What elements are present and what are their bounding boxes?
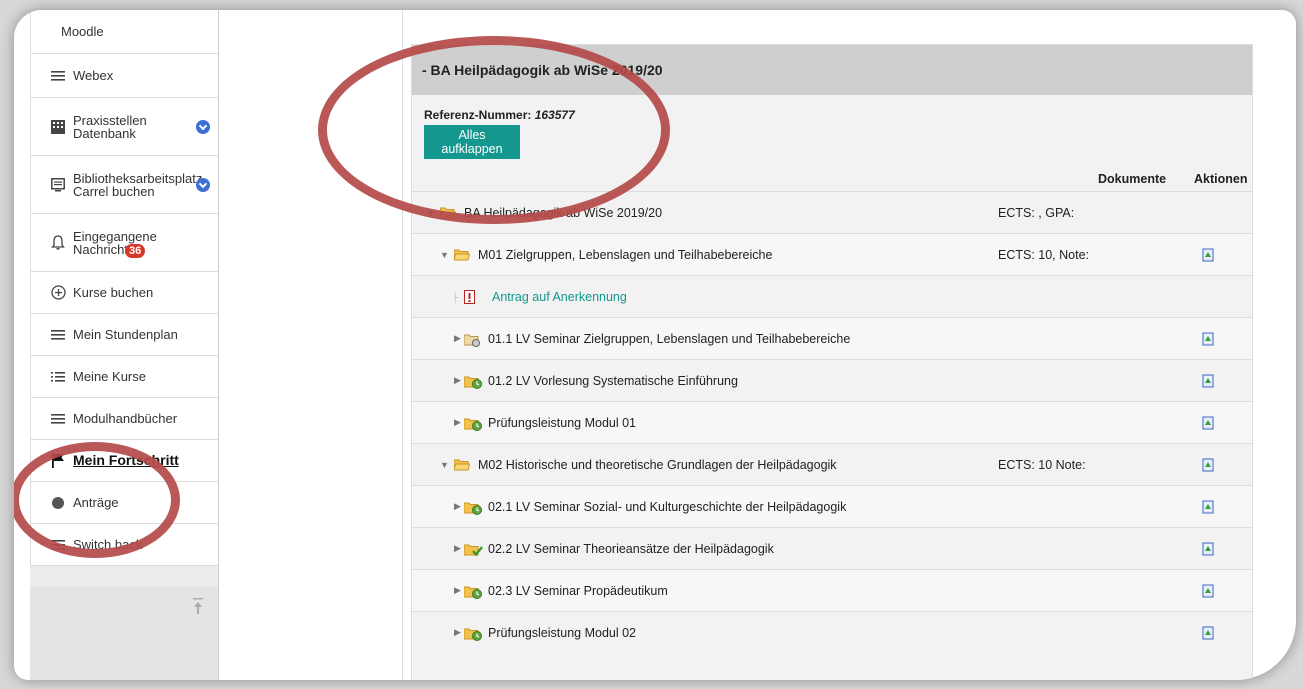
table-row: ▶ Prüfungsleistung Modul 02 <box>412 611 1252 653</box>
menu-icon <box>49 410 67 428</box>
expand-toggle-icon[interactable]: ▶ <box>454 417 461 428</box>
highlight-ellipse <box>318 36 670 224</box>
ects-info: ECTS: 10, Note: <box>998 247 1090 262</box>
sidebar-footer <box>30 586 218 680</box>
folder-open-icon <box>453 459 471 471</box>
sidebar-item-praxisstellen[interactable]: Praxisstellen Datenbank <box>31 98 218 156</box>
sidebar-item-label: Meine Kurse <box>73 369 146 384</box>
table-row: ▼ M01 Zielgruppen, Lebenslagen und Teilh… <box>412 233 1252 275</box>
table-row: ▶ 01.2 LV Vorlesung Systematische Einfüh… <box>412 359 1252 401</box>
sidebar-item-label: Praxisstellen Datenbank <box>73 112 147 141</box>
tree-item-label: 01.1 LV Seminar Zielgruppen, Lebenslagen… <box>488 331 851 346</box>
ects-info: ECTS: 10 Note: <box>998 457 1086 472</box>
folder-clock-icon <box>463 501 484 515</box>
sidebar-item-label: Webex <box>73 68 114 83</box>
column-header-documents: Dokumente <box>1098 172 1167 186</box>
folder-clock-icon <box>463 417 484 431</box>
sidebar-item-label: Mein Stundenplan <box>73 327 178 342</box>
plus-circle-icon <box>49 284 67 302</box>
expand-toggle-icon[interactable]: ▼ <box>440 250 449 260</box>
tree-item-label: 01.2 LV Vorlesung Systematische Einführu… <box>488 373 738 388</box>
table-row: ▶ 02.2 LV Seminar Theorieansätze der Hei… <box>412 527 1252 569</box>
action-icon[interactable] <box>1202 458 1215 472</box>
building-icon <box>49 118 67 136</box>
expand-toggle-icon[interactable]: ▼ <box>440 460 449 470</box>
chevron-down-icon[interactable] <box>196 177 210 192</box>
bell-icon <box>49 234 67 252</box>
list-icon <box>49 368 67 386</box>
highlight-ellipse <box>14 442 180 558</box>
sidebar-item-label: Modulhandbücher <box>73 411 178 426</box>
tree-item-label: 02.1 LV Seminar Sozial- und Kulturgeschi… <box>488 499 847 514</box>
expand-toggle-icon[interactable]: ▶ <box>454 333 461 344</box>
sidebar: Moodle Webex Praxisstellen Datenbank Bib… <box>30 10 219 680</box>
folder-clock-icon <box>463 585 484 599</box>
action-icon[interactable] <box>1202 584 1215 598</box>
column-header-actions: Aktionen <box>1194 172 1248 186</box>
tree-item-label: Prüfungsleistung Modul 02 <box>488 625 637 640</box>
sidebar-item-webex[interactable]: Webex <box>31 54 218 98</box>
tree-item-label: 02.2 LV Seminar Theorieansätze der Heilp… <box>488 541 774 556</box>
ects-info: ECTS: , GPA: <box>998 205 1075 220</box>
table-row: ▶ 01.1 LV Seminar Zielgruppen, Lebenslag… <box>412 317 1252 359</box>
table-row: ├ Antrag auf Anerkennung <box>412 275 1252 317</box>
sidebar-item-meine-kurse[interactable]: Meine Kurse <box>31 356 218 398</box>
table-row: ▶ 02.1 LV Seminar Sozial- und Kulturgesc… <box>412 485 1252 527</box>
tree-item-label: 02.3 LV Seminar Propädeutikum <box>488 583 668 598</box>
sidebar-item-label: Moodle <box>61 24 104 39</box>
sidebar-item-kurse-buchen[interactable]: Kurse buchen <box>31 272 218 314</box>
tree-line: ├ <box>452 291 459 302</box>
folder-clock-icon <box>463 627 484 641</box>
expand-toggle-icon[interactable]: ▶ <box>454 627 461 638</box>
tree-item-label: M01 Zielgruppen, Lebenslagen und Teilhab… <box>478 247 773 262</box>
action-icon[interactable] <box>1202 416 1215 430</box>
notification-badge: 36 <box>125 244 146 258</box>
action-icon[interactable] <box>1202 626 1215 640</box>
expand-toggle-icon[interactable]: ▶ <box>454 585 461 596</box>
chevron-down-icon[interactable] <box>196 119 210 134</box>
monitor-icon <box>49 176 67 194</box>
sidebar-item-label: Kurse buchen <box>73 285 154 300</box>
expand-toggle-icon[interactable]: ▶ <box>454 543 461 554</box>
folder-open-icon <box>453 249 471 261</box>
action-icon[interactable] <box>1202 332 1215 346</box>
antrag-link[interactable]: Antrag auf Anerkennung <box>492 290 627 304</box>
expand-toggle-icon[interactable]: ▶ <box>454 501 461 512</box>
menu-icon <box>49 67 67 85</box>
expand-toggle-icon[interactable]: ▶ <box>454 375 461 386</box>
action-icon[interactable] <box>1202 374 1215 388</box>
table-row: ▶ Prüfungsleistung Modul 01 <box>412 401 1252 443</box>
action-icon[interactable] <box>1202 248 1215 262</box>
table-row: ▶ 02.3 LV Seminar Propädeutikum <box>412 569 1252 611</box>
menu-icon <box>49 326 67 344</box>
scroll-top-icon[interactable] <box>192 598 204 616</box>
pdf-icon <box>464 289 476 304</box>
folder-check-icon <box>463 543 484 556</box>
sidebar-item-modulhandbuecher[interactable]: Modulhandbücher <box>31 398 218 440</box>
progress-tree: ▼ BA Heilpädagogik ab WiSe 2019/20 ECTS:… <box>412 191 1252 653</box>
sidebar-item-moodle[interactable]: Moodle <box>31 10 218 54</box>
sidebar-item-nachrichten[interactable]: Eingegangene Nachrichten 36 <box>31 214 218 272</box>
sidebar-item-stundenplan[interactable]: Mein Stundenplan <box>31 314 218 356</box>
sidebar-item-label: Bibliotheksarbeitsplatz Carrel buchen <box>73 170 203 199</box>
action-icon[interactable] <box>1202 542 1215 556</box>
folder-anchor-icon <box>463 333 480 347</box>
table-row: ▼ M02 Historische und theoretische Grund… <box>412 443 1252 485</box>
tree-item-label: Prüfungsleistung Modul 01 <box>488 415 637 430</box>
tree-item-label: M02 Historische und theoretische Grundla… <box>478 457 837 472</box>
sidebar-item-bibliothek[interactable]: Bibliotheksarbeitsplatz Carrel buchen <box>31 156 218 214</box>
screenshot-frame: Moodle Webex Praxisstellen Datenbank Bib… <box>14 10 1296 680</box>
folder-clock-icon <box>463 375 484 389</box>
action-icon[interactable] <box>1202 500 1215 514</box>
